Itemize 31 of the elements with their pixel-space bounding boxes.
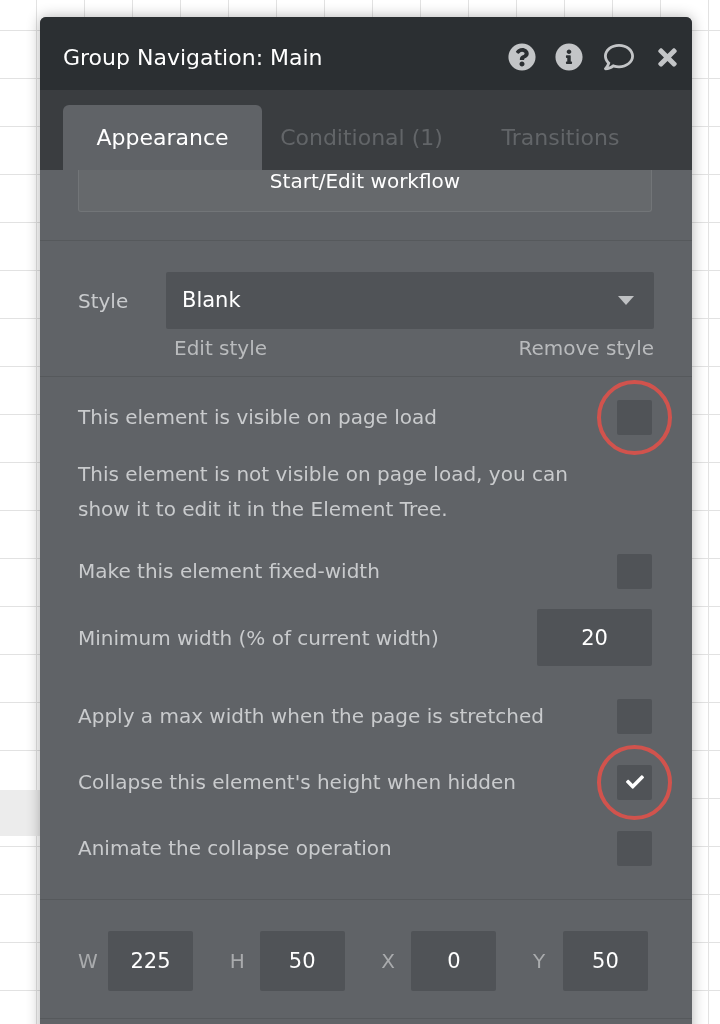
help-icon (508, 43, 536, 71)
canvas-block (0, 790, 40, 836)
style-label: Style (78, 287, 130, 315)
style-dropdown[interactable]: Blank (166, 272, 654, 329)
dimension-field[interactable]: 50 (562, 931, 648, 991)
hint-text: This element is not visible on page load, you can show it to edit it in the Element Tree. (78, 461, 569, 523)
number-field[interactable]: 20 (537, 609, 652, 666)
option-label: Apply a max width when the page is stretched (78, 703, 544, 730)
speech-bubble-icon (602, 42, 636, 72)
dimension-field[interactable]: 225 (108, 931, 193, 991)
info-button[interactable] (555, 43, 583, 71)
option-label: Minimum width (% of current width) (78, 624, 439, 652)
caret-icon (618, 296, 634, 305)
help-button[interactable] (508, 43, 536, 71)
dimension-label: X (381, 948, 396, 975)
dimension-label: H (229, 948, 246, 975)
option-label: Collapse this element's height when hidden (78, 769, 517, 796)
window-title: Group Navigation: Main (63, 43, 323, 72)
comment-button[interactable] (602, 42, 636, 72)
dimension-field[interactable]: 50 (259, 931, 345, 991)
check-icon (625, 773, 644, 791)
option-label: Make this element fixed-width (78, 558, 380, 585)
info-icon (555, 43, 583, 71)
tab[interactable]: Appearance (63, 105, 262, 170)
workflow-button[interactable]: Start/Edit workflow (78, 170, 652, 212)
option-label: Animate the collapse operation (78, 835, 392, 862)
dimension-label: Y (532, 948, 547, 975)
option-label: This element is visible on page load (78, 404, 437, 431)
dimension-label: W (78, 948, 99, 975)
checkbox[interactable] (617, 764, 652, 800)
dimension-field[interactable]: 0 (411, 931, 497, 991)
